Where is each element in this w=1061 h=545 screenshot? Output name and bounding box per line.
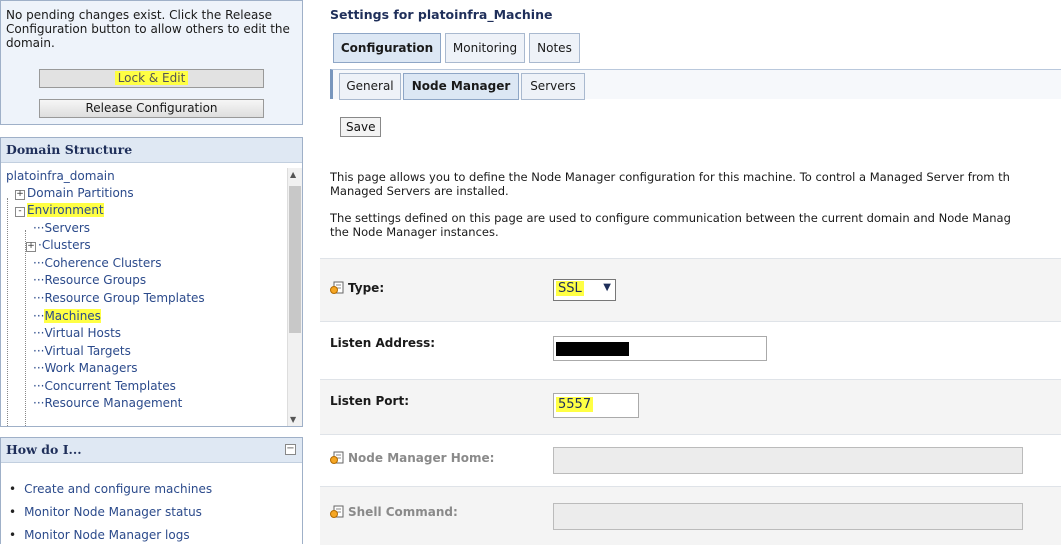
listen-address-label: Listen Address:: [330, 336, 436, 350]
scroll-down-icon[interactable]: ▼: [290, 415, 296, 424]
how-link-monitor-status[interactable]: Monitor Node Manager status: [9, 505, 202, 519]
tree-item-label: Resource Group Templates: [44, 291, 205, 305]
change-center-panel: No pending changes exist. Click the Rele…: [0, 0, 303, 125]
nm-home-label-text: Node Manager Home:: [348, 451, 495, 465]
tree-item-label: Resource Management: [44, 396, 183, 410]
listen-port-value: 5557: [556, 397, 594, 412]
tree-guide-line: [7, 198, 8, 426]
listen-port-input[interactable]: 5557: [553, 393, 639, 418]
lock-edit-label: Lock & Edit: [114, 71, 189, 85]
redacted-value: [556, 342, 629, 356]
nm-home-label: Node Manager Home:: [330, 451, 494, 465]
chevron-down-icon: ▼: [603, 282, 611, 293]
tree-item-resource-management[interactable]: ···Resource Management: [33, 395, 182, 411]
tree-item-environment[interactable]: - Environment: [15, 202, 104, 218]
top-tab-bar: Configuration Monitoring Notes: [330, 33, 1061, 63]
domain-structure-title: Domain Structure: [1, 138, 302, 163]
tab-notes[interactable]: Notes: [529, 33, 580, 63]
how-do-i-title: How do I...: [1, 438, 302, 463]
description-line: This page allows you to define the Node …: [330, 170, 1010, 184]
sub-tab-bar: General Node Manager Servers: [330, 69, 1061, 100]
tree-item-concurrent-templates[interactable]: ···Concurrent Templates: [33, 378, 176, 394]
subtab-servers[interactable]: Servers: [521, 73, 585, 100]
tree-item-virtual-hosts[interactable]: ···Virtual Hosts: [33, 325, 121, 341]
type-select[interactable]: SSL ▼: [553, 279, 616, 301]
description-line: the Node Manager instances.: [330, 225, 499, 239]
tree-item-clusters[interactable]: + ·Clusters: [26, 237, 91, 253]
domain-structure-panel: Domain Structure platoinfra_domain + Doma…: [0, 137, 303, 427]
type-select-value: SSL: [556, 281, 584, 296]
collapse-icon[interactable]: −: [285, 444, 296, 455]
how-link-monitor-logs[interactable]: Monitor Node Manager logs: [9, 528, 190, 542]
tree-item-label: Concurrent Templates: [44, 379, 176, 393]
how-link-create-machines[interactable]: Create and configure machines: [9, 482, 212, 496]
tree-item-label: Virtual Targets: [44, 344, 131, 358]
tree-item-virtual-targets[interactable]: ···Virtual Targets: [33, 343, 131, 359]
release-configuration-button[interactable]: Release Configuration: [39, 99, 264, 118]
nm-home-input: [553, 447, 1023, 474]
save-button[interactable]: Save: [340, 117, 382, 137]
type-label: Type:: [330, 281, 384, 295]
tree-item-label: Virtual Hosts: [44, 326, 122, 340]
tree-item-work-managers[interactable]: ···Work Managers: [33, 360, 138, 376]
how-do-i-panel: How do I... − Create and configure machi…: [0, 437, 303, 544]
domain-tree: platoinfra_domain + Domain Partitions - En…: [1, 168, 285, 426]
page-title: Settings for platoinfra_Machine: [330, 7, 553, 22]
tree-item-domain[interactable]: platoinfra_domain: [6, 168, 115, 184]
tree-item-label: Resource Groups: [44, 273, 147, 287]
tree-item-label: Servers: [44, 221, 91, 235]
tree-guide-line: [25, 230, 26, 426]
tree-item-label: Machines: [44, 309, 101, 323]
form-row-listen-port: Listen Port: 5557: [320, 379, 1061, 435]
description-line: Managed Servers are installed.: [330, 184, 509, 198]
type-label-text: Type:: [348, 281, 385, 295]
shell-command-label-text: Shell Command:: [348, 505, 458, 519]
subtab-general[interactable]: General: [339, 73, 401, 100]
tree-item-machines[interactable]: ···Machines: [33, 308, 101, 324]
subtab-node-manager[interactable]: Node Manager: [403, 73, 519, 100]
config-info-icon: [330, 451, 344, 464]
expand-icon[interactable]: +: [26, 242, 36, 252]
collapse-icon[interactable]: -: [15, 207, 25, 217]
tree-item-label: Work Managers: [44, 361, 138, 375]
config-info-icon: [330, 505, 344, 518]
change-center-message: No pending changes exist. Click the Rele…: [6, 8, 290, 50]
tree-item-resource-groups[interactable]: ···Resource Groups: [33, 272, 146, 288]
tree-item-domain-partitions[interactable]: + Domain Partitions: [15, 185, 134, 201]
tree-item-label: Clusters: [41, 238, 91, 252]
lock-edit-button[interactable]: Lock & Edit: [39, 69, 264, 88]
listen-address-input[interactable]: [553, 336, 767, 361]
tab-configuration[interactable]: Configuration: [333, 33, 441, 63]
expand-icon[interactable]: +: [15, 190, 25, 200]
tree-item-resource-group-templates[interactable]: ···Resource Group Templates: [33, 290, 205, 306]
tree-item-label: Domain Partitions: [27, 186, 134, 200]
form-row-shell-command: Shell Command:: [320, 486, 1061, 545]
form-row-type: Type: SSL ▼: [320, 258, 1061, 322]
tab-monitoring[interactable]: Monitoring: [445, 33, 525, 63]
tree-scrollbar[interactable]: ▲ ▼: [287, 168, 302, 426]
form-row-listen-address: Listen Address:: [320, 321, 1061, 380]
tree-item-coherence-clusters[interactable]: ···Coherence Clusters: [33, 255, 161, 271]
description-line: The settings defined on this page are us…: [330, 211, 1011, 225]
tree-item-servers[interactable]: ···Servers: [33, 220, 90, 236]
scroll-up-icon[interactable]: ▲: [290, 170, 296, 179]
shell-command-input: [553, 503, 1023, 530]
shell-command-label: Shell Command:: [330, 505, 458, 519]
config-info-icon: [330, 281, 344, 294]
form-row-nm-home: Node Manager Home:: [320, 434, 1061, 487]
tree-item-label: Environment: [27, 203, 104, 217]
tree-item-label: Coherence Clusters: [44, 256, 162, 270]
scroll-thumb[interactable]: [289, 186, 301, 333]
listen-port-label: Listen Port:: [330, 394, 409, 408]
